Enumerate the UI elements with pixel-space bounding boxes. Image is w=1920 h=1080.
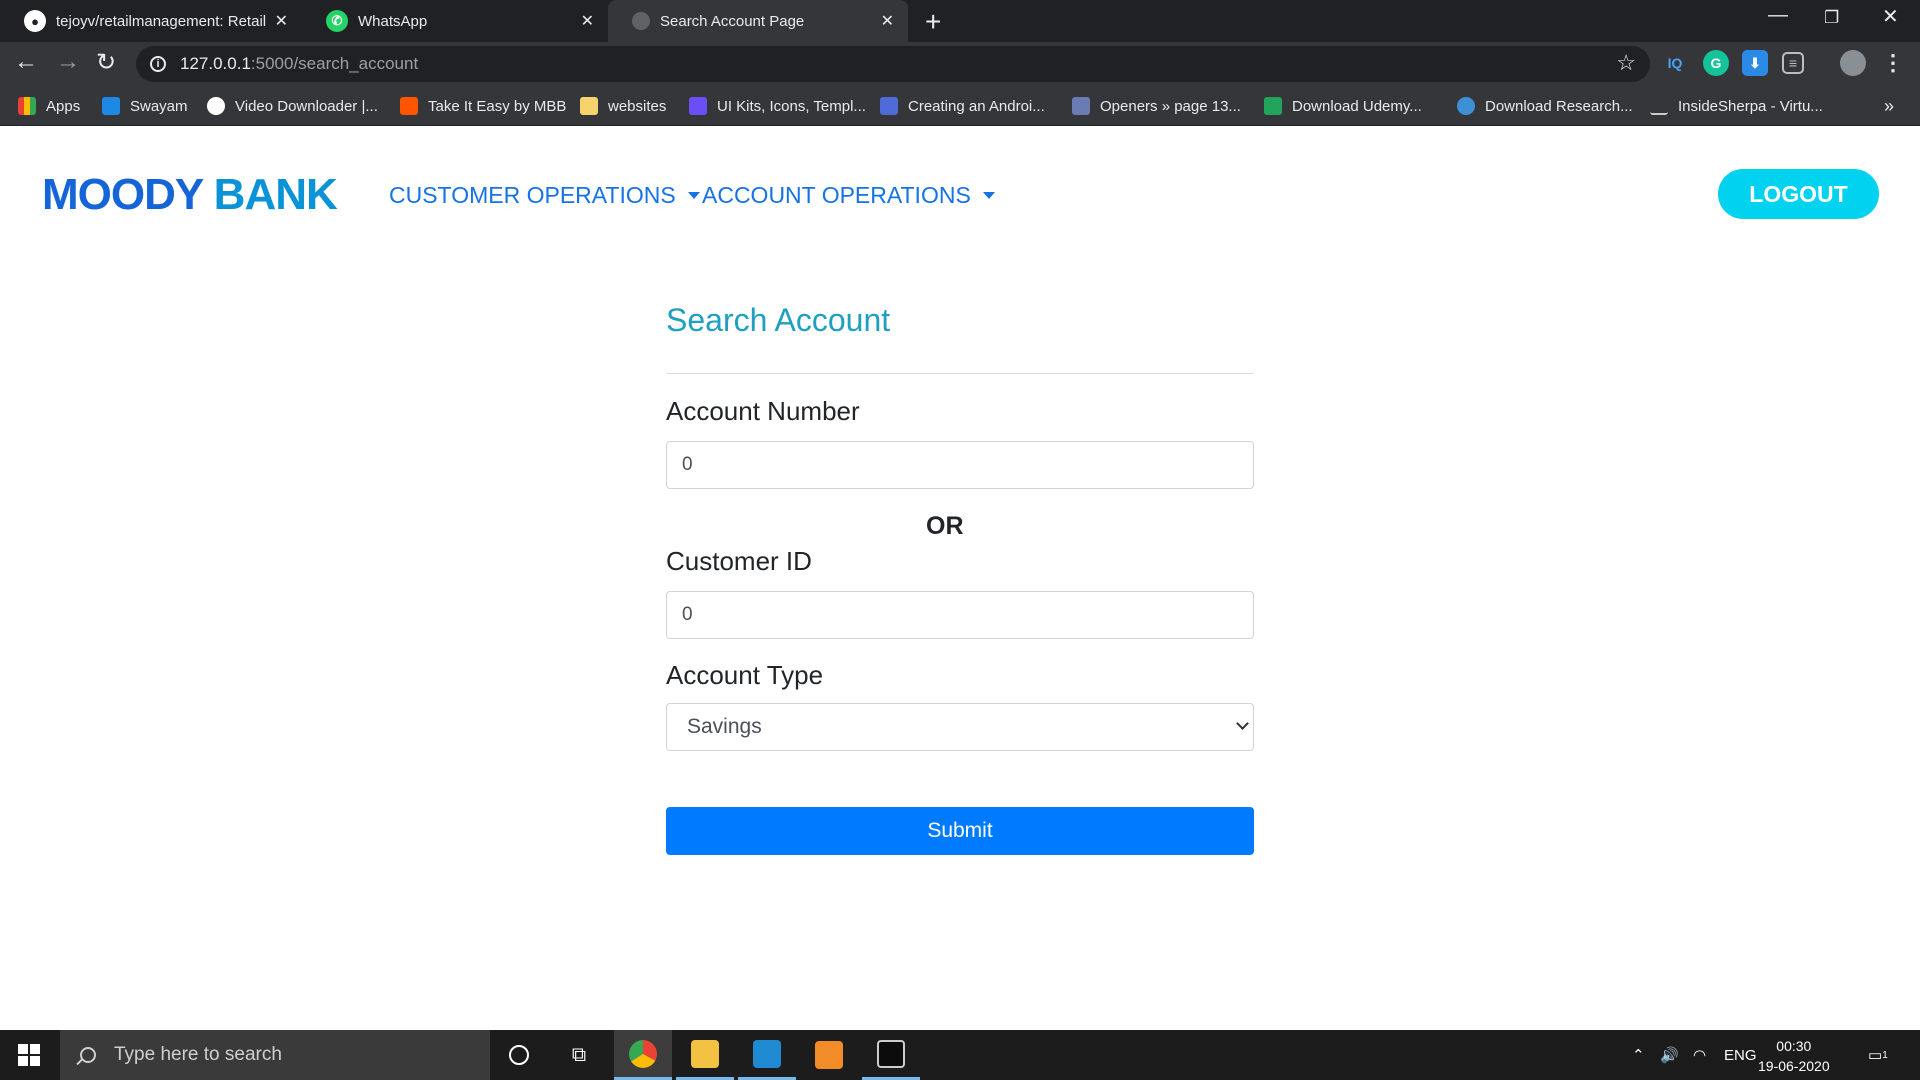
account-number-input[interactable]: 0 xyxy=(666,441,1254,489)
tab-search-account[interactable]: Search Account Page ✕ xyxy=(608,0,908,42)
notifications-icon[interactable]: ▭ 1 xyxy=(1868,1030,1888,1080)
brand-logo[interactable]: MOODY BANK xyxy=(42,170,338,220)
uplabs-icon xyxy=(689,97,707,115)
tab-title: WhatsApp xyxy=(358,12,428,30)
bookmark-download-research[interactable]: Download Research... xyxy=(1457,86,1633,126)
logout-button[interactable]: LOGOUT xyxy=(1718,169,1879,219)
browser-toolbar: ← → ↻ i 127.0.0.1:5000/search_account ☆ … xyxy=(0,42,1920,86)
caret-down-icon xyxy=(687,192,700,199)
submit-button[interactable]: Submit xyxy=(666,807,1254,855)
close-icon[interactable]: ✕ xyxy=(275,11,288,31)
or-separator: OR xyxy=(926,512,964,540)
bookmark-websites[interactable]: websites xyxy=(580,86,666,126)
reader-icon[interactable]: ≡ xyxy=(1782,52,1804,74)
github-icon: ● xyxy=(24,10,46,32)
tab-github[interactable]: ● tejoyv/retailmanagement: Retail M ✕ xyxy=(0,0,302,42)
reload-icon[interactable]: ↻ xyxy=(96,48,116,77)
bookmark-video-downloader[interactable]: Video Downloader |... xyxy=(207,86,378,126)
chevron-down-icon xyxy=(1236,717,1249,730)
ftu-icon xyxy=(1264,97,1282,115)
sublime-text-icon[interactable] xyxy=(800,1030,858,1080)
tab-title: tejoyv/retailmanagement: Retail M xyxy=(56,12,266,30)
account-number-label: Account Number xyxy=(666,396,860,426)
customer-id-label: Customer ID xyxy=(666,546,812,576)
form-title: Search Account xyxy=(666,302,891,338)
file-explorer-icon[interactable] xyxy=(676,1030,734,1080)
android-guide-icon xyxy=(880,97,898,115)
menu-icon[interactable]: ⋮ xyxy=(1880,50,1906,76)
address-bar[interactable]: i 127.0.0.1:5000/search_account ☆ xyxy=(136,46,1650,82)
bookmark-swayam[interactable]: Swayam xyxy=(102,86,188,126)
caret-down-icon xyxy=(982,192,995,199)
browser-tab-strip: ● tejoyv/retailmanagement: Retail M ✕ ✆ … xyxy=(0,0,1920,42)
grammarly-icon[interactable]: G xyxy=(1703,50,1729,76)
bookmark-star-icon[interactable]: ☆ xyxy=(1616,50,1636,76)
nav-account-operations[interactable]: ACCOUNT OPERATIONS xyxy=(702,182,995,209)
minimize-icon[interactable]: — xyxy=(1768,4,1788,27)
bookmarks-bar: Apps Swayam Video Downloader |... Take I… xyxy=(0,86,1920,126)
video-downloader-icon xyxy=(207,97,225,115)
tray-chevron-up-icon[interactable]: ⌃ xyxy=(1632,1030,1645,1080)
tab-whatsapp[interactable]: ✆ WhatsApp ✕ xyxy=(302,0,608,42)
forward-icon[interactable]: → xyxy=(56,48,80,76)
new-tab-icon[interactable]: + xyxy=(925,6,941,38)
info-icon[interactable]: i xyxy=(150,56,166,72)
account-type-selected: Savings xyxy=(687,715,762,738)
task-view-icon[interactable]: ⧉ xyxy=(550,1030,608,1080)
bookmark-openers[interactable]: Openers » page 13... xyxy=(1072,86,1241,126)
profile-avatar[interactable] xyxy=(1840,50,1866,76)
chrome-icon[interactable] xyxy=(614,1030,672,1080)
tab-title: Search Account Page xyxy=(660,12,805,30)
vscode-icon[interactable] xyxy=(738,1030,796,1080)
window-close-icon[interactable]: ✕ xyxy=(1882,4,1899,29)
terminal-icon[interactable] xyxy=(862,1030,920,1080)
account-type-label: Account Type xyxy=(666,660,824,690)
soundcloud-icon xyxy=(400,97,418,115)
search-placeholder: Type here to search xyxy=(114,1044,282,1065)
divider xyxy=(666,373,1254,374)
taskbar-search[interactable]: Type here to search xyxy=(60,1030,490,1080)
swayam-icon xyxy=(102,97,120,115)
close-icon[interactable]: ✕ xyxy=(581,11,594,31)
bookmark-ui-kits[interactable]: UI Kits, Icons, Templ... xyxy=(689,86,866,126)
more-bookmarks-icon[interactable]: » xyxy=(1884,86,1894,126)
url-text: 127.0.0.1:5000/search_account xyxy=(180,54,419,73)
volume-icon[interactable]: 🔊 xyxy=(1660,1030,1679,1080)
insidesherpa-icon xyxy=(1650,97,1668,115)
nav-customer-operations[interactable]: CUSTOMER OPERATIONS xyxy=(389,182,700,209)
download-icon[interactable]: ⬇ xyxy=(1742,50,1768,76)
iq-extension-icon[interactable]: IQ xyxy=(1662,50,1688,76)
language-indicator[interactable]: ENG xyxy=(1724,1030,1757,1080)
whatsapp-icon: ✆ xyxy=(326,10,348,32)
windows-start-icon[interactable] xyxy=(18,1044,40,1066)
bookmark-download-udemy[interactable]: Download Udemy... xyxy=(1264,86,1422,126)
folder-icon xyxy=(580,97,598,115)
bookmark-insidesherpa[interactable]: InsideSherpa - Virtu... xyxy=(1650,86,1823,126)
customer-id-input[interactable]: 0 xyxy=(666,591,1254,639)
globe-icon xyxy=(632,12,650,30)
openers-icon xyxy=(1072,97,1090,115)
system-clock[interactable]: 00:30 19-06-2020 xyxy=(1758,1036,1830,1076)
bookmark-apps[interactable]: Apps xyxy=(18,86,80,126)
bookmark-take-it-easy[interactable]: Take It Easy by MBB xyxy=(400,86,566,126)
restore-icon[interactable]: ❐ xyxy=(1824,8,1839,28)
close-icon[interactable]: ✕ xyxy=(881,11,894,31)
os-taskbar: Type here to search ⧉ ⌃ 🔊 ◠ ENG 00:30 19… xyxy=(0,1030,1920,1080)
cortana-icon[interactable] xyxy=(490,1030,548,1080)
search-icon xyxy=(80,1047,96,1063)
wordpress-icon xyxy=(1457,97,1475,115)
bookmark-creating-android[interactable]: Creating an Androi... xyxy=(880,86,1045,126)
apps-grid-icon xyxy=(18,97,36,115)
account-type-select[interactable]: Savings xyxy=(666,703,1254,751)
wifi-icon[interactable]: ◠ xyxy=(1693,1030,1706,1080)
page-content: MOODY BANK CUSTOMER OPERATIONS ACCOUNT O… xyxy=(0,126,1920,1030)
back-icon[interactable]: ← xyxy=(14,48,38,76)
